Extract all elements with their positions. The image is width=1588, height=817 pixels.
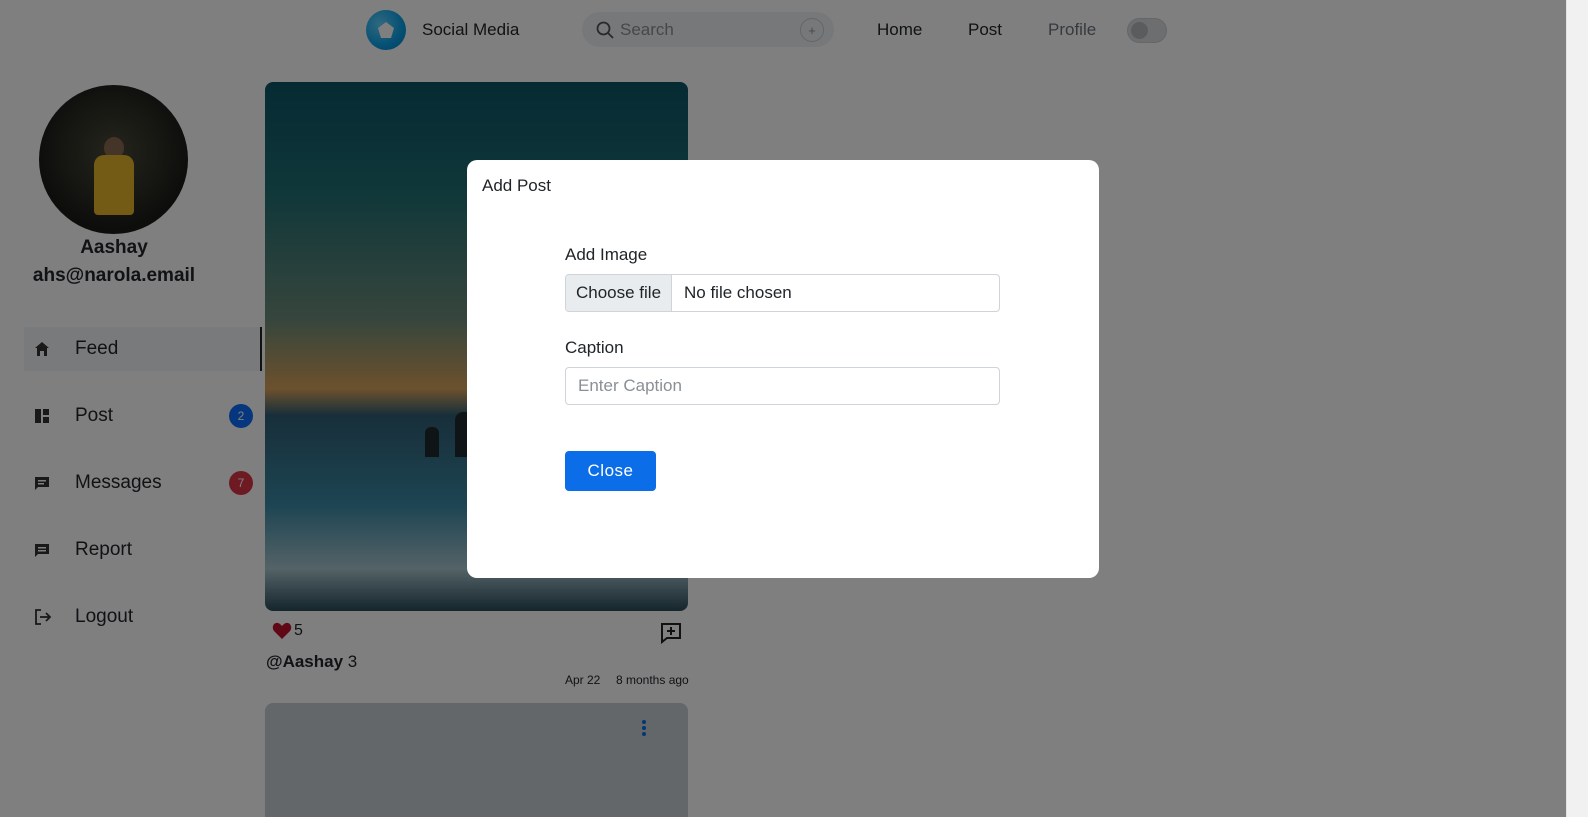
caption-input[interactable] xyxy=(565,367,1000,405)
caption-label: Caption xyxy=(565,338,624,357)
choose-file-button[interactable]: Choose file xyxy=(566,275,672,311)
add-image-label: Add Image xyxy=(565,245,648,264)
modal-title: Add Post xyxy=(482,176,551,195)
image-file-input[interactable]: Choose file No file chosen xyxy=(565,274,1000,312)
add-post-modal: Add Post Add Image Choose file No file c… xyxy=(467,160,1099,578)
close-button[interactable]: Close xyxy=(565,451,656,491)
file-status: No file chosen xyxy=(684,283,792,302)
scrollbar[interactable] xyxy=(1566,0,1588,817)
